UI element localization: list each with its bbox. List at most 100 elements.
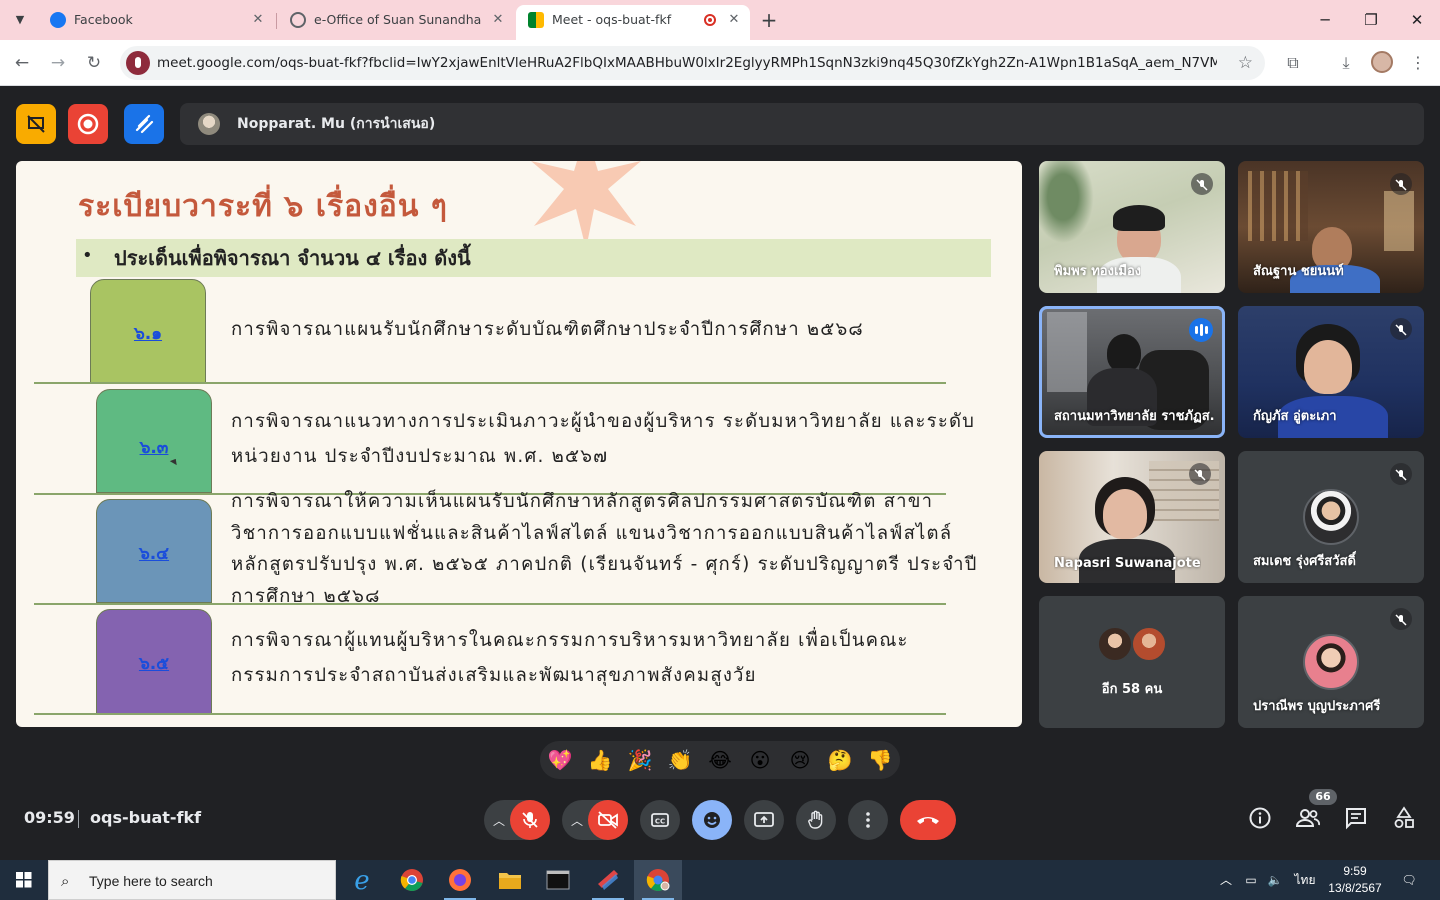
reaction-sad-icon[interactable]: 😢: [785, 745, 815, 775]
forward-icon[interactable]: →: [44, 49, 72, 77]
close-icon[interactable]: ✕: [250, 5, 266, 35]
leave-call-button[interactable]: [900, 800, 956, 840]
taskbar-firefox[interactable]: [436, 860, 484, 900]
mic-options-chevron-icon[interactable]: ︿: [490, 812, 508, 828]
people-icon: [1295, 809, 1320, 827]
tab-search-chevron-icon[interactable]: ▼: [8, 8, 32, 32]
tray-overflow-chevron-icon[interactable]: ︿: [1216, 860, 1236, 900]
reaction-clap-icon[interactable]: 👏: [665, 745, 695, 775]
raise-hand-icon: [808, 810, 823, 829]
people-button[interactable]: [1294, 806, 1322, 834]
camera-off-button[interactable]: [588, 800, 628, 840]
reaction-thumbs-up-icon[interactable]: 👍: [585, 745, 615, 775]
reaction-heart-icon[interactable]: 💖: [545, 745, 575, 775]
reaction-surprised-icon[interactable]: 😮: [745, 745, 775, 775]
minimize-icon[interactable]: ─: [1302, 0, 1348, 40]
muted-mic-icon: [1390, 173, 1412, 195]
activities-button[interactable]: [1390, 806, 1418, 834]
info-icon: [1249, 807, 1271, 829]
taskbar-clock[interactable]: 9:59 13/8/2567: [1322, 863, 1388, 897]
close-icon[interactable]: ✕: [490, 5, 506, 35]
participant-tile[interactable]: พิมพร ทองเมือง: [1039, 161, 1225, 293]
reactions-button[interactable]: [692, 800, 732, 840]
taskbar-search[interactable]: ⌕ Type here to search: [48, 860, 336, 900]
windows-logo-icon: [16, 872, 32, 888]
present-screen-button[interactable]: [744, 800, 784, 840]
tab-e-office[interactable]: e-Office of Suan Sunandha Raja ✕: [278, 5, 514, 35]
agenda-item-text: การพิจารณาแนวทางการประเมินภาวะผู้นำของผู…: [231, 411, 976, 467]
search-icon: ⌕: [61, 872, 70, 890]
taskbar-snip-tool[interactable]: [584, 860, 632, 900]
mic-off-button[interactable]: [510, 800, 550, 840]
microphone-site-icon[interactable]: [126, 51, 150, 75]
search-placeholder: Type here to search: [89, 873, 213, 889]
bookmark-star-icon[interactable]: ☆: [1238, 46, 1253, 80]
agenda-number[interactable]: ๖.๑: [91, 320, 205, 347]
download-icon[interactable]: ⤓: [1332, 49, 1360, 77]
captions-button[interactable]: CC: [640, 800, 680, 840]
network-icon[interactable]: ▭: [1240, 860, 1262, 900]
snipping-tool-icon: [598, 870, 618, 890]
participant-tile[interactable]: สัณฐาน ชยนนท์: [1238, 161, 1424, 293]
slide-sun-decoration: [531, 161, 641, 249]
muted-mic-icon: [1189, 463, 1211, 485]
camera-off-icon: [598, 811, 618, 829]
taskbar-chrome[interactable]: [388, 860, 436, 900]
divider: [78, 810, 79, 828]
participant-tile[interactable]: Napasri Suwanajote: [1039, 451, 1225, 583]
menu-kebab-icon[interactable]: ⋮: [1404, 49, 1432, 77]
agenda-number[interactable]: ๖.๔: [97, 540, 211, 567]
more-participants-tile[interactable]: อีก 58 คน: [1039, 596, 1225, 728]
participant-tile[interactable]: ปราณีพร บุญประภาศรี: [1238, 596, 1424, 728]
recording-indicator-icon[interactable]: [68, 104, 108, 144]
participant-tile[interactable]: สมเดช รุ่งศรีสวัสดิ์: [1238, 451, 1424, 583]
agenda-number[interactable]: ๖.๓: [97, 434, 211, 461]
hide-presentation-icon[interactable]: [16, 104, 56, 144]
close-icon[interactable]: ✕: [726, 5, 742, 35]
folder-icon: [499, 873, 521, 889]
annotate-pen-icon[interactable]: [124, 104, 164, 144]
taskbar-chrome-profile[interactable]: [634, 860, 682, 900]
taskbar-terminal[interactable]: [534, 860, 582, 900]
reaction-thumbs-down-icon[interactable]: 👎: [865, 745, 895, 775]
reload-icon[interactable]: ↻: [80, 49, 108, 77]
reaction-party-icon[interactable]: 🎉: [625, 745, 655, 775]
taskbar-time: 9:59: [1343, 864, 1367, 878]
participant-count-badge: 66: [1309, 789, 1337, 805]
meeting-details-button[interactable]: [1246, 806, 1274, 834]
extensions-icon[interactable]: ⧉: [1279, 49, 1307, 77]
tab-facebook[interactable]: Facebook ✕: [38, 5, 274, 35]
url-text[interactable]: meet.google.com/oqs-buat-fkf?fbclid=IwY2…: [157, 46, 1217, 80]
notifications-icon[interactable]: 🗨: [1394, 860, 1424, 900]
reaction-thinking-icon[interactable]: 🤔: [825, 745, 855, 775]
agenda-number[interactable]: ๖.๕: [97, 650, 211, 677]
chat-button[interactable]: [1342, 806, 1370, 834]
participant-name: กัญภัส อู่ตะเภา: [1253, 409, 1337, 424]
more-options-button[interactable]: [848, 800, 888, 840]
firefox-icon: [449, 869, 471, 891]
taskbar-file-explorer[interactable]: [486, 860, 534, 900]
raise-hand-button[interactable]: [796, 800, 836, 840]
chat-icon: [1346, 808, 1366, 830]
address-bar[interactable]: meet.google.com/oqs-buat-fkf?fbclid=IwY2…: [120, 46, 1265, 80]
taskbar-internet-explorer[interactable]: e: [338, 860, 386, 900]
participant-avatar: [1303, 634, 1359, 690]
windows-start-button[interactable]: [0, 860, 48, 900]
camera-options-chevron-icon[interactable]: ︿: [568, 812, 586, 828]
tab-title: e-Office of Suan Sunandha Raja: [314, 12, 484, 27]
language-indicator[interactable]: ไทย: [1290, 860, 1320, 900]
participant-tile[interactable]: กัญภัส อู่ตะเภา: [1238, 306, 1424, 438]
profile-avatar[interactable]: [1371, 51, 1393, 73]
restore-icon[interactable]: ❐: [1348, 0, 1394, 40]
presenter-name: Nopparat. Mu (การนำเสนอ): [237, 116, 436, 132]
participant-tile-speaking[interactable]: สถานมหาวิทยาลัย ราชภัฏส...: [1039, 306, 1225, 438]
new-tab-plus-icon[interactable]: +: [757, 8, 781, 32]
volume-icon[interactable]: 🔈: [1264, 860, 1286, 900]
tab-meet[interactable]: Meet - oqs-buat-fkf ✕: [516, 5, 750, 40]
picture-frame: [1384, 191, 1414, 251]
close-window-icon[interactable]: ✕: [1394, 0, 1440, 40]
back-icon[interactable]: ←: [8, 49, 36, 77]
terminal-icon: [546, 870, 570, 890]
svg-text:e: e: [354, 866, 369, 896]
reaction-laugh-icon[interactable]: 😂: [705, 745, 735, 775]
